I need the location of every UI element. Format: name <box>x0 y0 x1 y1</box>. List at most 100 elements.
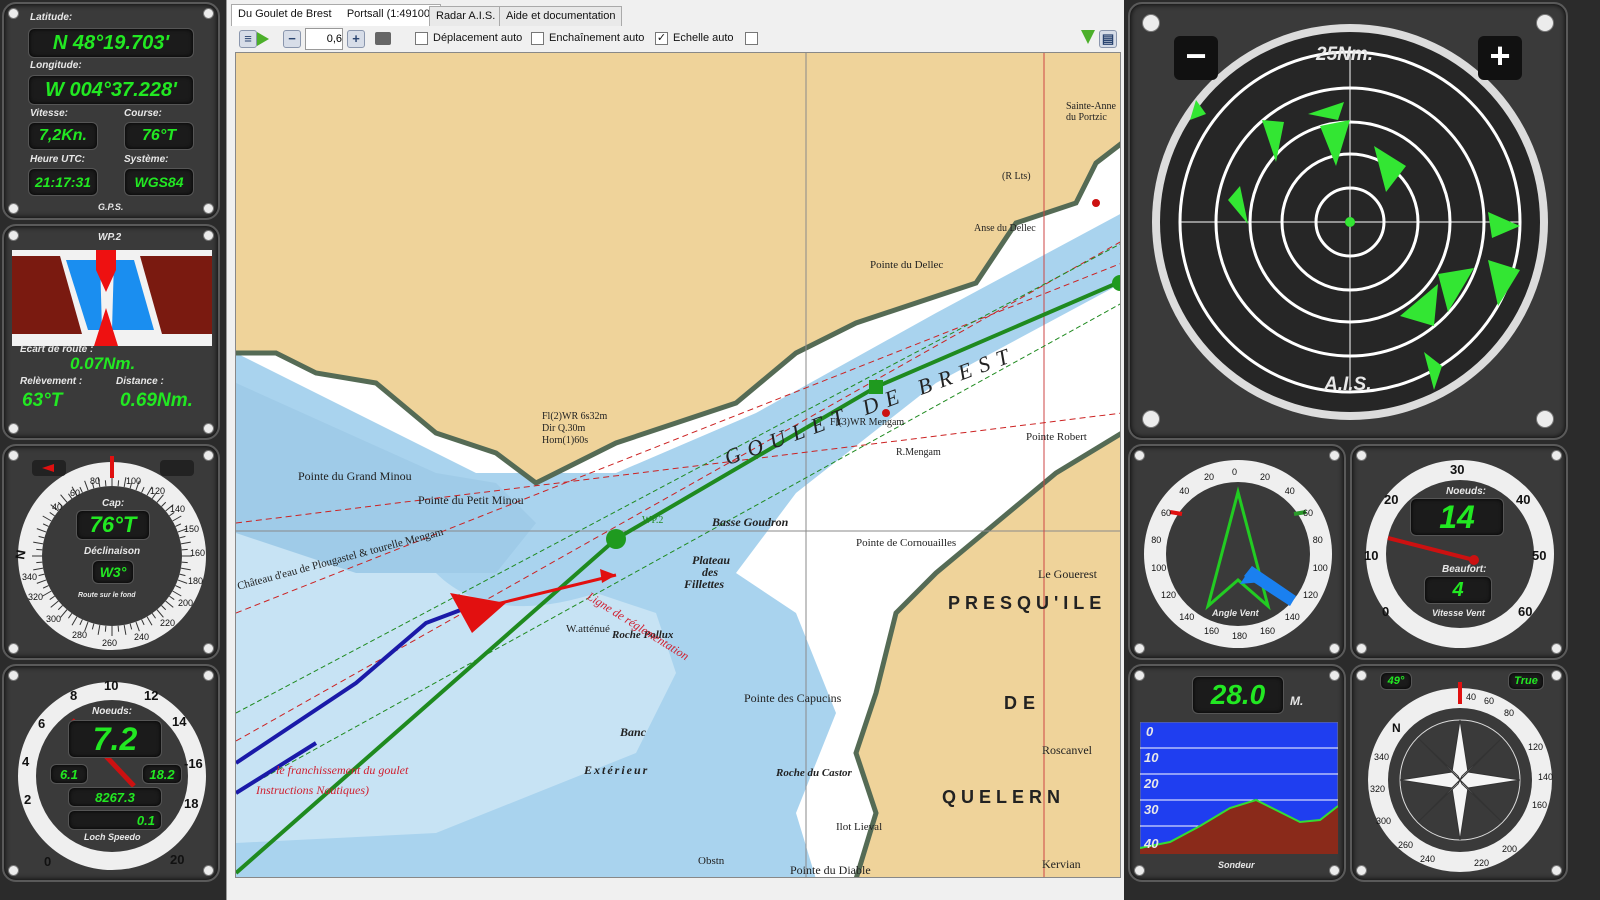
compass-rose-panel: 40 60 80 120 140 160 200 220 240 260 300 320 340… <box>1350 664 1568 882</box>
arrow-right-icon[interactable] <box>257 32 269 46</box>
tab-aide-documentation[interactable]: Aide et documentation <box>499 6 623 26</box>
label-anse-dellec: Anse du Dellec <box>974 223 1036 234</box>
tab-goulet-portsall[interactable]: Du Goulet de Brest Portsall (1:49100) <box>231 4 441 26</box>
label-sainte-anne: Sainte-Anne du Portzic <box>1066 101 1116 123</box>
download-arrow-icon[interactable] <box>1081 30 1095 44</box>
radar-zoom-out-button[interactable]: − <box>1174 36 1218 80</box>
enchainement-auto-label: Enchaînement auto <box>549 32 645 44</box>
extra-checkbox[interactable] <box>745 32 758 45</box>
depth-scale-0: 0 <box>1146 724 1154 739</box>
svg-text:-16: -16 <box>184 756 203 771</box>
svg-text:10: 10 <box>104 678 118 693</box>
cap-label: Cap: <box>102 498 125 509</box>
wind-angle-tick: 80 <box>1313 535 1323 545</box>
speedo-log: 8267.3 <box>68 787 162 807</box>
speedo-panel: 0 2 4 6 8 10 12 14 -16 18 20 Noeuds: 7.2 6.1 18… <box>2 664 220 882</box>
compass-tick <box>36 548 43 551</box>
depth-sonar-graph <box>1140 722 1338 854</box>
svg-text:320: 320 <box>28 592 43 602</box>
radar-label: A.I.S. <box>1324 374 1372 395</box>
wind-angle-panel: 0 20 20 40 40 60 60 80 80 100 100 120 120 140 140 160 16… <box>1128 444 1346 660</box>
system-value: WGS84 <box>124 168 194 196</box>
svg-text:2: 2 <box>24 792 31 807</box>
svg-text:100: 100 <box>126 476 141 486</box>
speed-value: 7,2Kn. <box>28 122 98 150</box>
svg-text:180: 180 <box>188 576 203 586</box>
wind-angle-tick: 180 <box>1232 631 1247 641</box>
deplacement-auto-label: Déplacement auto <box>433 32 523 44</box>
ais-radar-panel: − + 25Nm. A.I.S. <box>1128 2 1568 440</box>
compass-tick <box>36 561 43 564</box>
svg-text:220: 220 <box>1474 858 1489 868</box>
radar-zoom-in-button[interactable]: + <box>1478 36 1522 80</box>
svg-text:280: 280 <box>72 630 87 640</box>
label-kervian: Kervian <box>1042 857 1081 871</box>
tab-portsall-label: Portsall (1:49100) <box>346 8 434 20</box>
svg-text:120: 120 <box>150 486 165 496</box>
depth-scale-20: 20 <box>1144 776 1159 791</box>
depth-scale-10: 10 <box>1144 750 1159 765</box>
latitude-value: N 48°19.703' <box>28 28 194 58</box>
label-r-mengam: R.Mengam <box>896 447 941 458</box>
speedo-speed: 7.2 <box>68 720 162 758</box>
depth-scale-40: 40 <box>1144 836 1159 851</box>
label-exterieur: Extérieur <box>584 763 650 777</box>
label-wp2: WP.2 <box>642 515 664 526</box>
wind-tick-0: 0 <box>1382 604 1389 619</box>
label-pointe-cornouailles: Pointe de Cornouailles <box>856 537 957 549</box>
label-pointe-grand-minou: Pointe du Grand Minou <box>298 469 412 483</box>
echelle-auto-checkbox[interactable]: ✓ <box>655 32 668 45</box>
radar-range: 25Nm. <box>1316 44 1374 65</box>
rose-heading: 49° <box>1380 672 1412 690</box>
layers-icon[interactable]: ▤ <box>1099 30 1117 48</box>
compass-tick <box>117 480 120 487</box>
compass-tick <box>181 548 188 551</box>
compass-tick <box>104 625 107 632</box>
zoom-input[interactable] <box>305 28 343 50</box>
nautical-chart[interactable]: GOULET DE BREST PRESQU'ILE DE QUELERN Ba… <box>235 52 1121 878</box>
distance-label: Distance : <box>116 376 164 387</box>
wind-angle-tick: 160 <box>1204 626 1219 636</box>
wind-tick-60: 60 <box>1518 604 1532 619</box>
depth-value: 28.0 <box>1192 676 1284 714</box>
bearing-label: Relèvement : <box>20 376 83 387</box>
wind-tick-10: 10 <box>1364 548 1378 563</box>
svg-text:8: 8 <box>70 688 77 703</box>
longitude-label: Longitude: <box>30 60 82 71</box>
speedo-max: 18.2 <box>142 764 182 784</box>
screw <box>203 8 214 19</box>
label-pointe-robert: Pointe Robert <box>1026 431 1087 443</box>
deplacement-auto-checkbox[interactable] <box>415 32 428 45</box>
wind-angle-tick: 140 <box>1285 612 1300 622</box>
tab-radar-ais[interactable]: Radar A.I.S. <box>429 6 503 26</box>
svg-text:18: 18 <box>184 796 198 811</box>
screw <box>203 203 214 214</box>
beaufort-label: Beaufort: <box>1442 564 1487 575</box>
rose-mode[interactable]: True <box>1508 672 1544 690</box>
waypoint-title: WP.2 <box>98 232 122 243</box>
wind-angle-tick: 20 <box>1204 472 1214 482</box>
svg-text:60: 60 <box>1484 696 1494 706</box>
screw <box>203 423 214 434</box>
zoom-out-button[interactable]: − <box>283 30 301 48</box>
svg-text:6: 6 <box>38 716 45 731</box>
label-banc: Banc <box>620 725 647 739</box>
svg-text:N: N <box>1392 721 1401 735</box>
speedo-min: 6.1 <box>50 764 88 784</box>
print-icon[interactable] <box>375 32 391 45</box>
label-de: DE <box>1004 693 1042 713</box>
svg-text:20: 20 <box>170 852 184 867</box>
svg-text:200: 200 <box>178 598 193 608</box>
label-fl-mengam: Fl(3)WR Mengam <box>830 417 905 428</box>
speed-label: Vitesse: <box>30 108 68 119</box>
label-pointe-capucins: Pointe des Capucins <box>744 691 842 705</box>
wind-angle-tick: 60 <box>1303 508 1313 518</box>
label-quelern: QUELERN <box>942 787 1066 807</box>
label-dir: Dir Q.30m <box>542 423 586 434</box>
screw <box>8 8 19 19</box>
enchainement-auto-checkbox[interactable] <box>531 32 544 45</box>
wind-angle-tick: 20 <box>1260 472 1270 482</box>
label-ilot-lieval: Ilot Lieval <box>836 821 883 833</box>
zoom-in-button[interactable]: + <box>347 30 365 48</box>
menu-icon[interactable]: ≡ <box>239 30 257 48</box>
